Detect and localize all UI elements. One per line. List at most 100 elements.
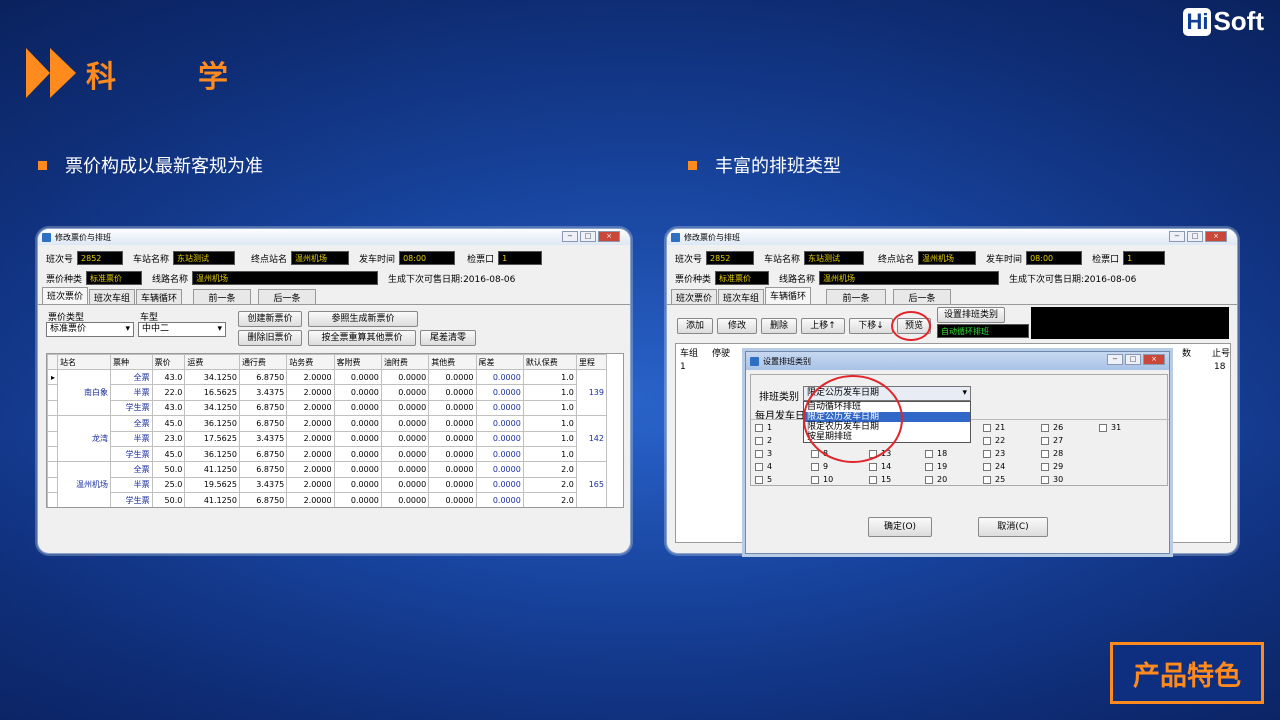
edit-button[interactable]: 修改: [717, 318, 757, 334]
table-cell[interactable]: 0.0000: [428, 415, 477, 432]
tab-fares[interactable]: 班次票价: [42, 287, 89, 304]
day-checkbox[interactable]: 29: [1041, 462, 1063, 471]
table-row[interactable]: 学生票 43.0 34.1250 6.8750 2.0000 0.0000 0.0000 0.…: [47, 399, 607, 417]
mileage-cell[interactable]: 165: [575, 461, 608, 507]
table-cell[interactable]: 45.0: [151, 415, 186, 432]
table-cell[interactable]: 41.1250: [184, 492, 240, 507]
gate-field[interactable]: 1: [1123, 251, 1166, 265]
table-cell[interactable]: 0.0000: [380, 368, 430, 386]
table-cell[interactable]: 23.0: [151, 430, 186, 447]
day-checkbox[interactable]: 28: [1041, 449, 1063, 458]
day-checkbox[interactable]: 22: [983, 436, 1005, 445]
table-cell[interactable]: 0.0000: [380, 445, 430, 463]
route-field[interactable]: 温州机场: [192, 271, 379, 285]
table-cell[interactable]: 34.1250: [184, 399, 240, 417]
table-cell[interactable]: 34.1250: [184, 368, 240, 386]
table-row[interactable]: 温州机场 全票 50.0 41.1250 6.8750 2.0000 0.0000 0.000…: [47, 461, 608, 507]
station-cell[interactable]: 温州机场: [56, 461, 112, 507]
day-checkbox[interactable]: 30: [1041, 475, 1063, 484]
table-cell[interactable]: 0.0000: [475, 492, 524, 507]
table-cell[interactable]: 0.0000: [380, 461, 430, 478]
prev-button[interactable]: 前一条: [193, 289, 252, 304]
close-button[interactable]: ×: [1143, 354, 1165, 365]
table-cell[interactable]: 2.0000: [286, 415, 335, 432]
table-cell[interactable]: 6.8750: [238, 445, 288, 463]
tab-fares[interactable]: 班次票价: [671, 289, 718, 304]
table-cell[interactable]: 学生票: [110, 492, 153, 507]
table-cell[interactable]: 2.0000: [286, 492, 335, 507]
day-checkbox[interactable]: 31: [1099, 423, 1121, 432]
table-cell[interactable]: 2.0: [522, 476, 577, 494]
table-cell[interactable]: 0.0000: [333, 384, 382, 401]
table-cell[interactable]: 0.0000: [333, 399, 382, 417]
table-row[interactable]: 龙湾 全票 45.0 36.1250 6.8750 2.0000 0.0000 0.0000 0…: [47, 415, 608, 463]
create-fare-button[interactable]: 创建新票价: [238, 311, 302, 327]
day-checkbox[interactable]: 14: [869, 462, 891, 471]
table-cell[interactable]: 0.0000: [428, 445, 477, 463]
table-cell[interactable]: 22.0: [151, 384, 186, 401]
day-checkbox[interactable]: 23: [983, 449, 1005, 458]
day-checkbox[interactable]: 3: [755, 449, 772, 458]
day-checkbox[interactable]: 21: [983, 423, 1005, 432]
close-button[interactable]: ×: [598, 231, 620, 242]
day-checkbox[interactable]: 4: [755, 462, 772, 471]
table-cell[interactable]: 6.8750: [238, 461, 288, 478]
table-cell[interactable]: 0.0000: [380, 384, 430, 401]
tab-cycle[interactable]: 车辆循环: [765, 287, 812, 304]
set-schedule-type-button[interactable]: 设置排班类别: [937, 307, 1005, 323]
mileage-cell[interactable]: 142: [575, 415, 608, 463]
table-cell[interactable]: 50.0: [151, 461, 186, 478]
table-cell[interactable]: 2.0000: [286, 384, 335, 401]
fare-type-field[interactable]: 标准票价: [715, 271, 770, 285]
move-up-button[interactable]: 上移↑: [801, 318, 845, 334]
table-cell[interactable]: 0.0000: [428, 476, 477, 494]
table-cell[interactable]: 0.0000: [333, 492, 382, 507]
table-row[interactable]: 半票 22.0 16.5625 3.4375 2.0000 0.0000 0.0000 0.0…: [47, 384, 607, 401]
table-row[interactable]: 学生票 45.0 36.1250 6.8750 2.0000 0.0000 0.0000 0.…: [47, 445, 607, 463]
table-cell[interactable]: 0.0000: [380, 399, 430, 417]
day-checkbox[interactable]: 15: [869, 475, 891, 484]
table-cell[interactable]: 2.0000: [286, 476, 335, 494]
day-checkbox[interactable]: 25: [983, 475, 1005, 484]
table-cell[interactable]: 6.8750: [238, 492, 288, 507]
maximize-button[interactable]: □: [580, 231, 596, 242]
table-cell[interactable]: 0.0000: [475, 461, 524, 478]
table-cell[interactable]: 43.0: [151, 399, 186, 417]
recalc-button[interactable]: 按全票重算其他票价: [308, 330, 416, 346]
table-cell[interactable]: 1.0: [522, 368, 577, 386]
day-checkbox[interactable]: 24: [983, 462, 1005, 471]
table-cell[interactable]: 50.0: [151, 492, 186, 507]
table-cell[interactable]: 17.5625: [184, 430, 240, 447]
bus-no-field[interactable]: 2852: [706, 251, 755, 265]
table-cell[interactable]: 1.0: [522, 445, 577, 463]
station-field[interactable]: 东站测试: [173, 251, 236, 265]
move-down-button[interactable]: 下移↓: [849, 318, 893, 334]
table-cell[interactable]: 半票: [110, 430, 153, 447]
table-row[interactable]: 学生票 50.0 41.1250 6.8750 2.0000 0.0000 0.0000 0.…: [47, 492, 607, 507]
table-cell[interactable]: 36.1250: [184, 445, 240, 463]
tab-groups[interactable]: 班次车组: [718, 289, 765, 304]
table-cell[interactable]: 45.0: [151, 445, 186, 463]
table-cell[interactable]: 0.0000: [380, 415, 430, 432]
table-cell[interactable]: 6.8750: [238, 415, 288, 432]
minimize-button[interactable]: −: [1169, 231, 1185, 242]
maximize-button[interactable]: □: [1125, 354, 1141, 365]
table-cell[interactable]: 1.0: [522, 384, 577, 401]
day-checkbox[interactable]: 1: [755, 423, 772, 432]
depart-field[interactable]: 08:00: [1026, 251, 1083, 265]
table-cell[interactable]: 0.0000: [475, 476, 524, 494]
prev-button[interactable]: 前一条: [826, 289, 887, 304]
table-cell[interactable]: 1.0: [522, 430, 577, 447]
table-cell[interactable]: 3.4375: [238, 384, 288, 401]
table-cell[interactable]: 0.0000: [428, 368, 477, 386]
minimize-button[interactable]: −: [562, 231, 578, 242]
ref-fare-button[interactable]: 参照生成新票价: [308, 311, 418, 327]
table-cell[interactable]: 6.8750: [238, 399, 288, 417]
delete-button[interactable]: 删除: [761, 318, 797, 334]
station-cell[interactable]: 龙湾: [56, 415, 112, 463]
table-cell[interactable]: 25.0: [151, 476, 186, 494]
table-cell[interactable]: 0.0000: [475, 445, 524, 463]
table-cell[interactable]: 全票: [110, 415, 153, 432]
table-cell[interactable]: 19.5625: [184, 476, 240, 494]
station-field[interactable]: 东站测试: [804, 251, 865, 265]
